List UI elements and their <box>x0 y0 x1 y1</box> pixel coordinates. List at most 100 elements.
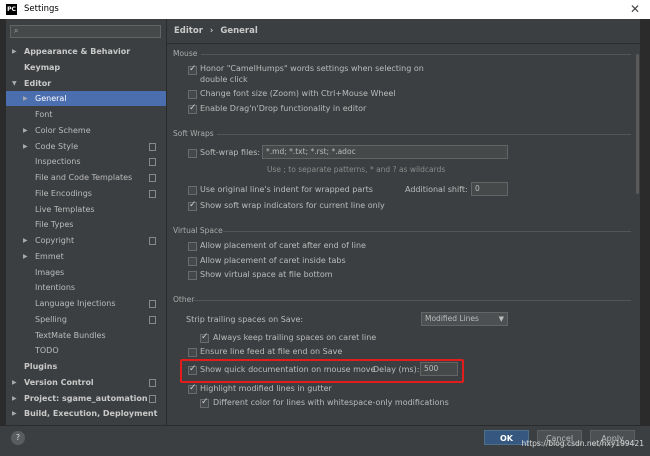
project-scope-icon <box>149 394 156 403</box>
breadcrumb: Editor › General <box>174 26 258 36</box>
chevron-right-icon[interactable]: ▶ <box>23 139 28 154</box>
sidebar-item-label: Code Style <box>35 141 79 151</box>
sidebar-item-label: Emmet <box>35 251 64 261</box>
change-font-checkbox[interactable] <box>188 90 197 99</box>
sidebar-item-font[interactable]: Font <box>6 107 166 122</box>
project-scope-icon <box>149 189 156 198</box>
sidebar-item-file-types[interactable]: File Types <box>6 217 166 232</box>
header-divider <box>167 43 640 44</box>
sidebar-item-color-scheme[interactable]: ▶ Color Scheme <box>6 123 166 138</box>
sidebar-item-file-and-code-templates[interactable]: File and Code Templates <box>6 170 166 185</box>
sidebar-item-plugins[interactable]: Plugins <box>6 359 166 374</box>
project-scope-icon <box>149 300 156 308</box>
different-color-checkbox[interactable] <box>200 397 209 408</box>
sidebar-item-images[interactable]: Images <box>6 265 166 280</box>
camelhumps-label-1: Honor "CamelHumps" words settings when s… <box>200 64 424 73</box>
quick-doc-checkbox[interactable] <box>188 364 197 375</box>
breadcrumb-parent: Editor <box>174 26 203 36</box>
chevron-right-icon[interactable]: ▶ <box>23 249 28 264</box>
drag-drop-checkbox[interactable] <box>188 103 197 114</box>
highlight-modified-label: Highlight modified lines in gutter <box>200 384 332 393</box>
sidebar-item-spelling[interactable]: Spelling <box>6 312 166 327</box>
original-indent-label: Use original line's indent for wrapped p… <box>200 185 373 194</box>
sidebar-item-version-control[interactable]: ▶ Version Control <box>6 375 166 390</box>
camelhumps-label-2: double click <box>200 75 248 84</box>
sidebar-item-label: Live Templates <box>35 204 95 214</box>
additional-shift-field[interactable]: 0 <box>471 182 508 196</box>
sidebar-item-project-sgame-automation[interactable]: ▶ Project: sgame_automation <box>6 391 166 406</box>
soft-wrap-patterns-field[interactable]: *.md; *.txt; *.rst; *.adoc <box>262 145 508 159</box>
keep-trailing-checkbox[interactable] <box>200 332 209 343</box>
additional-shift-label: Additional shift: <box>405 185 468 194</box>
chevron-right-icon[interactable]: ▶ <box>12 375 17 390</box>
strip-trailing-label: Strip trailing spaces on Save: <box>186 315 304 324</box>
sidebar-item-copyright[interactable]: ▶ Copyright <box>6 233 166 248</box>
delay-field[interactable]: 500 <box>420 362 458 376</box>
watermark-text: https://blog.csdn.net/hxy199421 <box>521 439 645 448</box>
camelhumps-checkbox[interactable] <box>188 64 197 75</box>
chevron-right-icon[interactable]: ▶ <box>23 91 28 106</box>
show-indicators-checkbox[interactable] <box>188 200 197 211</box>
content-scrollbar[interactable] <box>636 54 639 194</box>
chevron-right-icon[interactable]: ▶ <box>23 233 28 248</box>
sidebar-item-code-style[interactable]: ▶ Code Style <box>6 139 166 154</box>
section-soft-wraps: Soft Wraps <box>173 129 214 138</box>
sidebar-item-label: File and Code Templates <box>35 173 133 182</box>
help-button[interactable]: ? <box>11 431 25 445</box>
sidebar-item-label: Version Control <box>24 377 94 387</box>
sidebar-item-general[interactable]: ▶ General <box>6 91 166 107</box>
right-edge <box>640 19 650 425</box>
project-scope-icon <box>149 315 156 324</box>
sidebar-item-emmet[interactable]: ▶ Emmet <box>6 249 166 264</box>
sidebar-item-todo[interactable]: TODO <box>6 343 166 358</box>
virtual-space-checkbox[interactable] <box>188 271 197 280</box>
sidebar-item-label: Font <box>35 110 53 119</box>
soft-wrap-hint: Use ; to separate patterns, * and ? as w… <box>267 165 446 174</box>
sidebar-item-inspections[interactable]: Inspections <box>6 154 166 169</box>
sidebar-item-textmate-bundles[interactable]: TextMate Bundles <box>6 328 166 343</box>
sidebar-item-label: Intentions <box>35 283 76 293</box>
project-scope-icon <box>149 158 156 167</box>
sidebar-item-build-execution-deployment[interactable]: ▶ Build, Execution, Deployment <box>6 406 166 421</box>
sidebar-item-label: General <box>35 94 67 104</box>
sidebar-item-label: Images <box>35 267 65 277</box>
sidebar-item-label: Plugins <box>24 362 58 371</box>
sidebar-item-appearance-behavior[interactable]: ▶ Appearance & Behavior <box>6 44 166 59</box>
chevron-right-icon[interactable]: ▶ <box>12 391 17 406</box>
sidebar-item-label: Inspections <box>35 157 81 167</box>
caret-after-end-label: Allow placement of caret after end of li… <box>200 241 366 250</box>
sidebar-item-intentions[interactable]: Intentions <box>6 280 166 295</box>
breadcrumb-separator: › <box>209 26 214 36</box>
project-scope-icon <box>149 237 156 245</box>
sidebar-item-live-templates[interactable]: Live Templates <box>6 202 166 217</box>
chevron-right-icon[interactable]: ▶ <box>12 44 17 59</box>
chevron-right-icon[interactable]: ▶ <box>23 123 28 138</box>
section-other-line <box>193 300 631 301</box>
caret-inside-tabs-checkbox[interactable] <box>188 257 197 266</box>
section-soft-wraps-line <box>217 134 631 135</box>
sidebar-item-language-injections[interactable]: Language Injections <box>6 296 166 311</box>
change-font-label: Change font size (Zoom) with Ctrl+Mouse … <box>200 89 396 98</box>
sidebar-item-file-encodings[interactable]: File Encodings <box>6 186 166 201</box>
settings-search-input[interactable]: ⌕ <box>10 25 161 38</box>
line-feed-label: Ensure line feed at file end on Save <box>200 347 343 356</box>
strip-trailing-value: Modified Lines <box>425 314 479 323</box>
line-feed-checkbox[interactable] <box>188 348 197 357</box>
original-indent-checkbox[interactable] <box>188 186 197 195</box>
caret-after-end-checkbox[interactable] <box>188 242 197 251</box>
chevron-down-icon[interactable]: ▼ <box>12 76 17 91</box>
soft-wrap-checkbox[interactable] <box>188 149 197 158</box>
sidebar-item-label: Editor <box>24 78 52 88</box>
sidebar-item-label: File Encodings <box>35 188 92 198</box>
pycharm-icon: PC <box>6 4 17 15</box>
sidebar-item-editor[interactable]: ▼ Editor <box>6 76 166 91</box>
sidebar-item-label: Appearance & Behavior <box>24 47 131 56</box>
title-bar: PC Settings ✕ <box>0 0 650 19</box>
strip-trailing-dropdown[interactable]: Modified Lines ▼ <box>421 312 508 326</box>
sidebar-item-keymap[interactable]: Keymap <box>6 60 166 75</box>
sidebar-item-label: TextMate Bundles <box>35 330 106 340</box>
close-icon[interactable]: ✕ <box>630 2 640 16</box>
highlight-modified-checkbox[interactable] <box>188 383 197 394</box>
virtual-space-label: Show virtual space at file bottom <box>200 270 333 279</box>
chevron-right-icon[interactable]: ▶ <box>12 406 17 421</box>
